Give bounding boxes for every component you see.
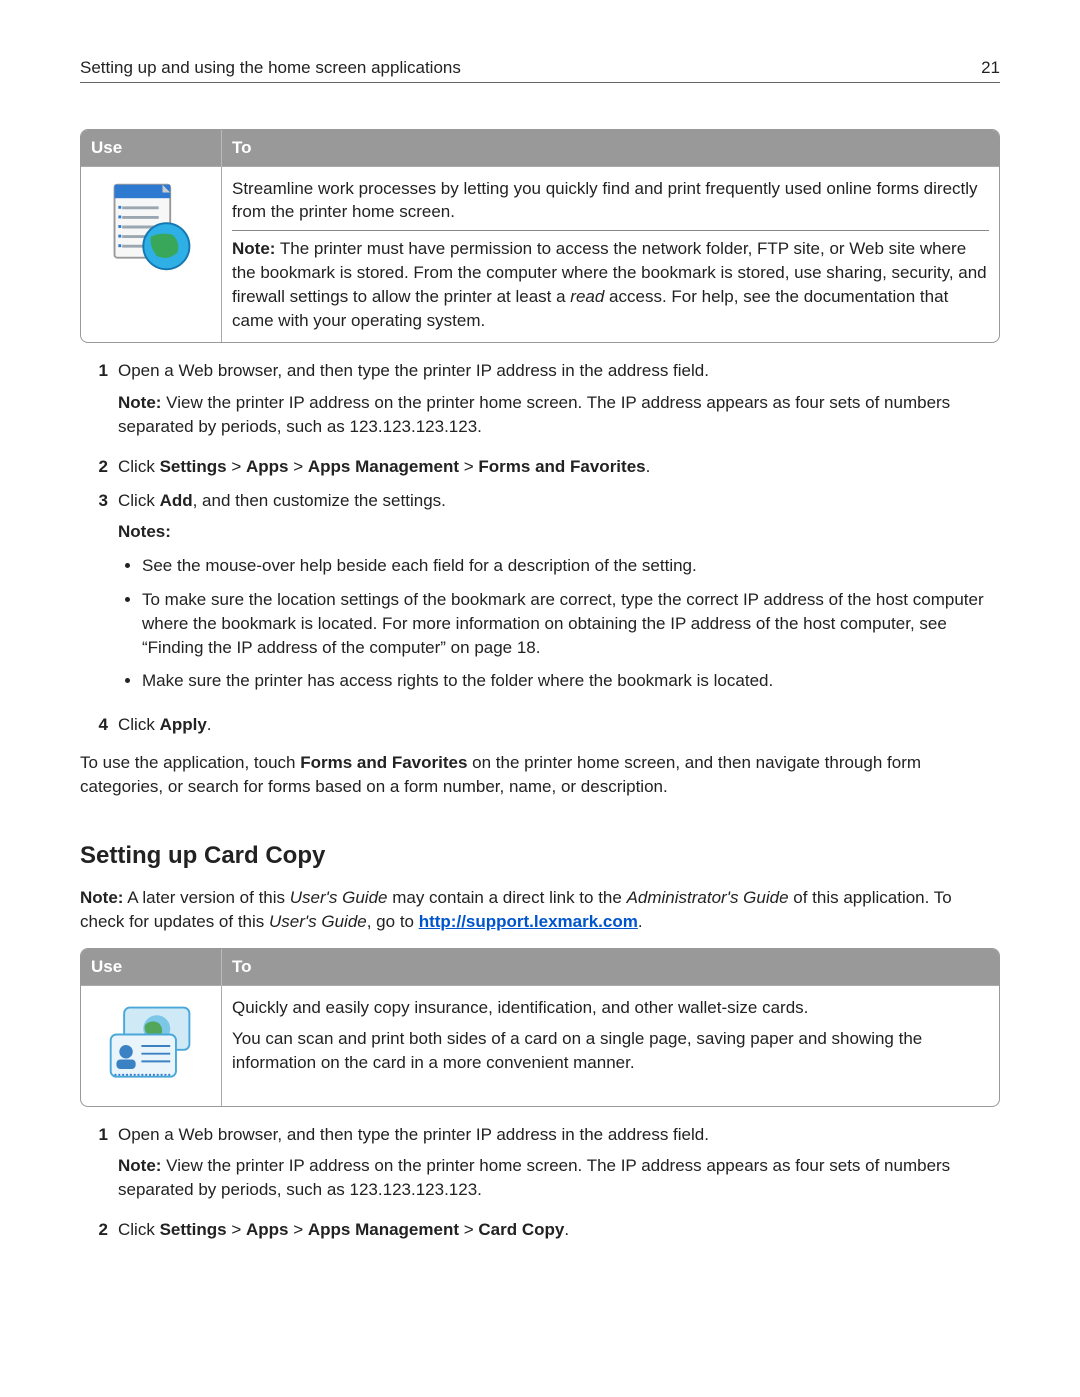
step-number: 3	[80, 489, 118, 704]
step-number: 4	[80, 713, 118, 737]
step-text: Open a Web browser, and then type the pr…	[118, 359, 1000, 383]
page-number: 21	[981, 56, 1000, 80]
note-label: Note:	[232, 239, 275, 258]
forms-favorites-steps: 1 Open a Web browser, and then type the …	[80, 359, 1000, 737]
step-text: Click Apply.	[118, 713, 1000, 737]
card-copy-description-cell: Quickly and easily copy insurance, ident…	[222, 985, 1000, 1106]
table-header-use: Use	[81, 130, 222, 166]
table-header-to: To	[222, 130, 1000, 166]
forms-document-globe-icon	[103, 179, 199, 275]
page-header: Setting up and using the home screen app…	[80, 56, 1000, 83]
support-link[interactable]: http://support.lexmark.com	[419, 912, 638, 931]
step-number: 2	[80, 1218, 118, 1242]
step-text: Open a Web browser, and then type the pr…	[118, 1123, 1000, 1147]
step-number: 1	[80, 359, 118, 444]
notes-heading: Notes:	[118, 522, 171, 541]
forms-favorites-usage: To use the application, touch Forms and …	[80, 751, 1000, 799]
step-number: 2	[80, 455, 118, 479]
step-text: Click Settings > Apps > Apps Management …	[118, 455, 1000, 479]
forms-favorites-description-cell: Streamline work processes by letting you…	[222, 166, 1000, 342]
forms-favorites-icon-cell	[81, 166, 222, 342]
section-heading-card-copy: Setting up Card Copy	[80, 839, 1000, 873]
table-header-to: To	[222, 949, 1000, 985]
card-copy-note: Note: A later version of this User's Gui…	[80, 886, 1000, 934]
notes-bullets: See the mouse-over help beside each fiel…	[142, 554, 1000, 693]
card-copy-table: Use To Quickly and ea	[80, 948, 1000, 1107]
card-copy-icon-cell	[81, 985, 222, 1106]
step-note: Note: View the printer IP address on the…	[118, 391, 1000, 439]
step-note: Note: View the printer IP address on the…	[118, 1154, 1000, 1202]
step-text: Click Add, and then customize the settin…	[118, 489, 1000, 513]
forms-favorites-table: Use To	[80, 129, 1000, 344]
forms-favorites-note: Note: The printer must have permission t…	[232, 237, 989, 332]
list-item: Make sure the printer has access rights …	[142, 669, 1000, 693]
card-copy-description-1: Quickly and easily copy insurance, ident…	[232, 996, 989, 1020]
step-text: Click Settings > Apps > Apps Management …	[118, 1218, 1000, 1242]
step-number: 1	[80, 1123, 118, 1208]
list-item: See the mouse-over help beside each fiel…	[142, 554, 1000, 578]
card-copy-steps: 1 Open a Web browser, and then type the …	[80, 1123, 1000, 1242]
table-header-use: Use	[81, 949, 222, 985]
list-item: To make sure the location settings of th…	[142, 588, 1000, 659]
divider	[232, 230, 989, 231]
forms-favorites-description: Streamline work processes by letting you…	[232, 177, 989, 225]
card-copy-icon	[103, 998, 199, 1094]
card-copy-description-2: You can scan and print both sides of a c…	[232, 1027, 989, 1075]
running-head-title: Setting up and using the home screen app…	[80, 56, 461, 80]
